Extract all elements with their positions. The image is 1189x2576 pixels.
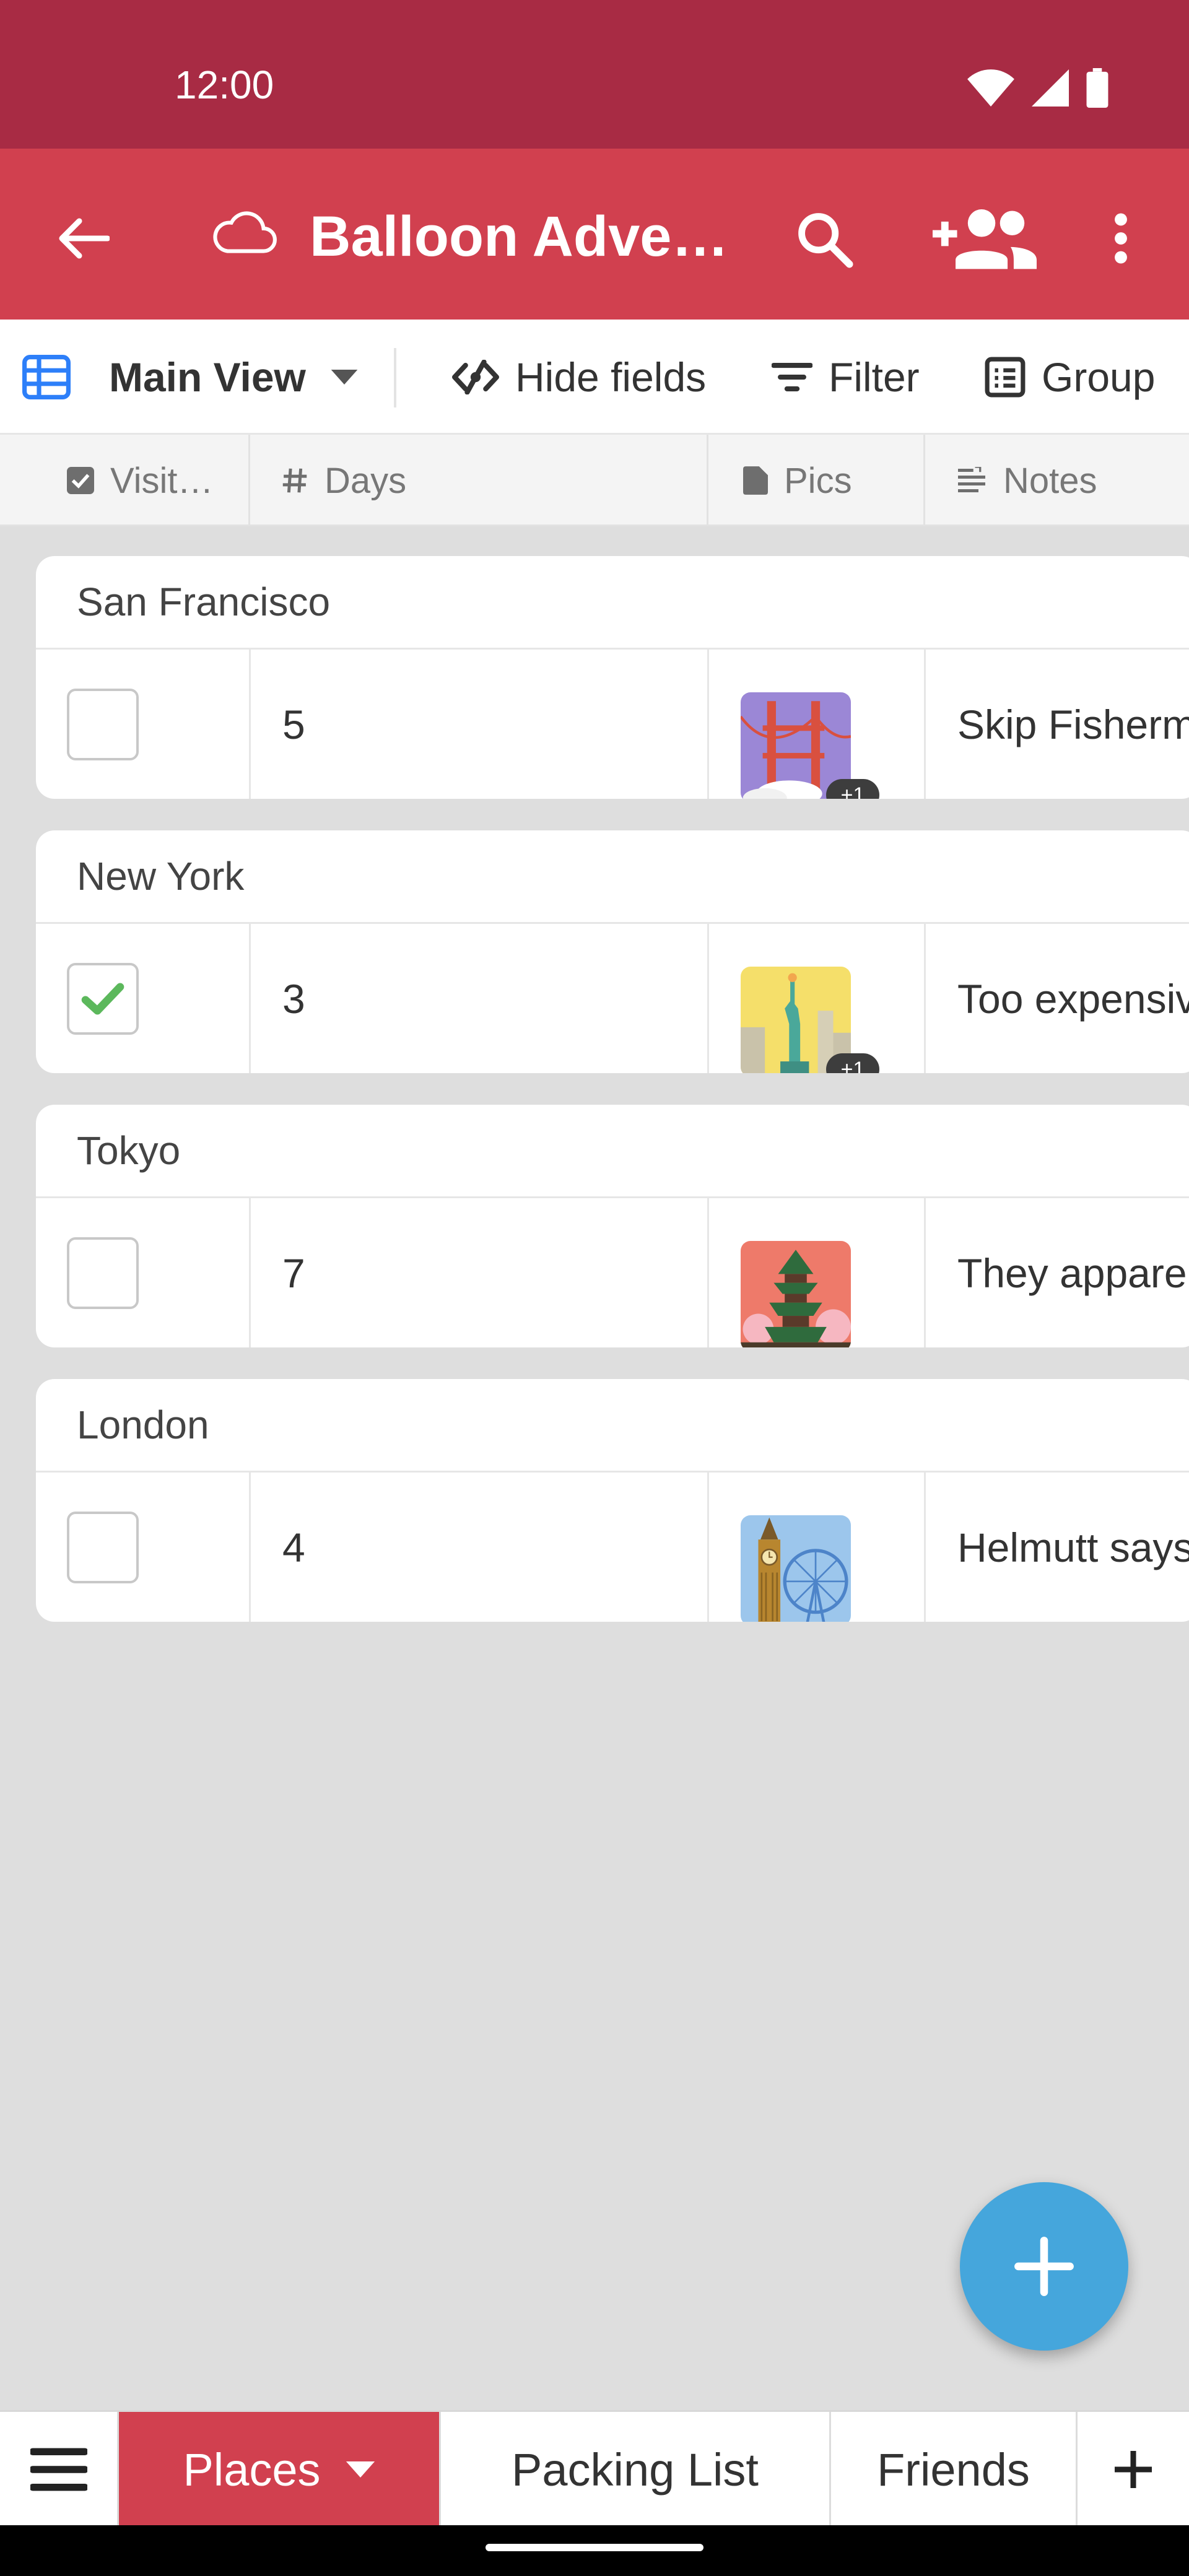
search-icon: [798, 213, 853, 268]
tab-places[interactable]: Places: [119, 2412, 441, 2527]
more-attachments-badge: +1: [826, 779, 879, 799]
cloud-sync-icon: [211, 207, 279, 260]
visited-checkbox[interactable]: [67, 1237, 139, 1309]
notes-value: Skip Fisherm: [957, 701, 1189, 747]
cell-divider: [249, 924, 251, 1073]
home-gesture-handle[interactable]: [486, 2544, 703, 2551]
column-label: Visit…: [110, 460, 214, 501]
search-button[interactable]: [786, 201, 861, 276]
cell-divider: [249, 1198, 251, 1347]
days-value: 5: [282, 701, 305, 747]
days-value: 3: [282, 975, 305, 1022]
view-toolbar: Main View Hide fields Filter Group: [0, 320, 1189, 435]
status-time: 12:00: [175, 63, 274, 107]
column-header-notes[interactable]: Notes: [925, 435, 1189, 526]
add-person-icon: [933, 209, 1037, 269]
record-card[interactable]: San Francisco 5 +1 Skip Fisherm: [36, 556, 1189, 799]
base-title[interactable]: Balloon Adve…: [310, 204, 728, 269]
cell-divider: [707, 650, 709, 799]
more-attachments-badge: +1: [826, 1053, 879, 1073]
checkbox-field-icon: [67, 467, 94, 494]
pagoda-thumbnail[interactable]: [741, 1241, 851, 1347]
cell-divider: [249, 650, 251, 799]
record-title: New York: [77, 854, 245, 899]
visited-checkbox[interactable]: [67, 689, 139, 760]
tab-label: Packing List: [512, 2443, 759, 2496]
hide-fields-label: Hide fields: [515, 354, 707, 400]
record-card[interactable]: Tokyo 7 They apparen: [36, 1105, 1189, 1347]
column-header-pics[interactable]: Pics: [708, 435, 925, 526]
status-bar: 12:00: [0, 0, 1189, 149]
view-switcher[interactable]: Main View: [22, 320, 358, 435]
column-label: Notes: [1003, 460, 1097, 501]
back-button[interactable]: [50, 204, 118, 272]
record-title: Tokyo: [77, 1128, 181, 1173]
cell-divider: [924, 650, 926, 799]
visited-checkbox[interactable]: [67, 963, 139, 1035]
more-vert-icon: [1115, 213, 1127, 264]
number-field-icon: [281, 467, 308, 494]
tab-label: Friends: [877, 2443, 1030, 2496]
battery-icon: [1086, 68, 1108, 111]
cell-divider: [707, 1473, 709, 1622]
long-text-field-icon: [956, 467, 987, 494]
column-label: Pics: [784, 460, 852, 501]
system-nav-bar: [0, 2525, 1189, 2576]
attachment-field-icon: [743, 466, 768, 495]
view-name: Main View: [109, 354, 306, 400]
cell-divider: [924, 1198, 926, 1347]
group-label: Group: [1042, 354, 1156, 400]
grid-view-icon: [22, 355, 71, 399]
arrow-back-icon: [59, 218, 110, 259]
plus-icon: [1115, 2451, 1152, 2488]
days-value: 4: [282, 1524, 305, 1570]
record-title: San Francisco: [77, 580, 331, 624]
group-icon: [985, 357, 1026, 398]
tab-label: Places: [183, 2443, 321, 2496]
notes-value: Helmutt says: [957, 1524, 1189, 1570]
hide-fields-button[interactable]: Hide fields: [452, 320, 706, 435]
cell-divider: [707, 1198, 709, 1347]
record-card[interactable]: New York 3 +1 Too expensiv: [36, 830, 1189, 1073]
cell-divider: [924, 1473, 926, 1622]
record-card[interactable]: London 4 Helmutt says: [36, 1379, 1189, 1622]
plus-icon: [1014, 2237, 1074, 2296]
cell-divider: [707, 924, 709, 1073]
chevron-down-icon: [331, 370, 358, 385]
more-options-button[interactable]: [1090, 201, 1152, 276]
add-record-button[interactable]: [960, 2182, 1128, 2351]
group-button[interactable]: Group: [985, 320, 1155, 435]
add-table-button[interactable]: [1078, 2412, 1189, 2527]
tab-packing-list[interactable]: Packing List: [441, 2412, 831, 2527]
filter-icon: [772, 360, 812, 394]
filter-label: Filter: [829, 354, 920, 400]
notes-value: They apparen: [957, 1250, 1189, 1296]
cell-divider: [924, 924, 926, 1073]
tab-friends[interactable]: Friends: [831, 2412, 1078, 2527]
wifi-icon: [967, 69, 1014, 110]
chevron-down-icon: [346, 2461, 375, 2478]
notes-value: Too expensiv: [957, 975, 1189, 1022]
menu-button[interactable]: [0, 2412, 119, 2527]
eye-off-icon: [452, 360, 499, 394]
record-title: London: [77, 1403, 209, 1447]
column-header-visited[interactable]: Visit…: [0, 435, 250, 526]
column-header-days[interactable]: Days: [250, 435, 708, 526]
column-label: Days: [324, 460, 407, 501]
visited-checkbox[interactable]: [67, 1512, 139, 1583]
big-ben-thumbnail[interactable]: [741, 1515, 851, 1622]
days-value: 7: [282, 1250, 305, 1296]
column-header-row: Visit… Days Pics Notes: [0, 435, 1189, 526]
app-bar: Balloon Adve…: [0, 149, 1189, 320]
cell-divider: [249, 1473, 251, 1622]
share-button[interactable]: [929, 201, 1040, 276]
check-icon: [81, 983, 124, 1015]
status-icons: [967, 68, 1108, 111]
cellular-signal-icon: [1032, 69, 1069, 110]
filter-button[interactable]: Filter: [772, 320, 920, 435]
hamburger-menu-icon: [30, 2448, 87, 2491]
table-tabs: Places Packing List Friends: [0, 2410, 1189, 2527]
toolbar-divider: [394, 348, 396, 407]
